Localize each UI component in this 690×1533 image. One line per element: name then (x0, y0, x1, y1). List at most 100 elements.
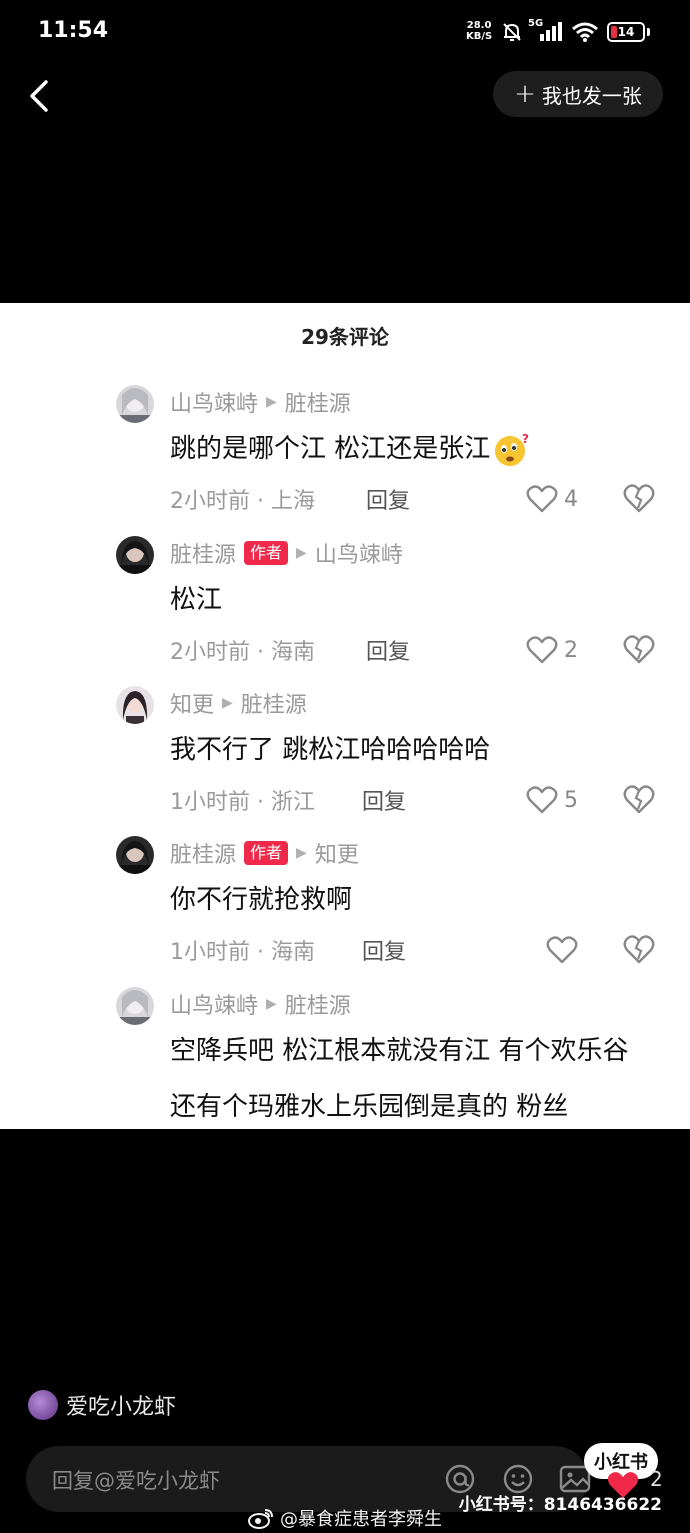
separator-dot: · (257, 940, 271, 965)
reply-target-username[interactable]: 知更 (315, 837, 359, 869)
comment-time: 1小时前 (170, 790, 250, 815)
reply-arrow-icon: ▶ (266, 394, 277, 410)
comment-username[interactable]: 脏桂源 (170, 537, 236, 569)
broken-heart-icon[interactable] (622, 782, 656, 816)
like-count: 5 (564, 787, 578, 813)
separator-dot: · (257, 489, 271, 514)
comment-item: 脏桂源 作者 ▶ 山鸟竦峙 松江 2小时前 · 海南 回复 2 (0, 536, 690, 686)
poster-name: 爱吃小龙虾 (66, 1395, 177, 1420)
comment-username[interactable]: 山鸟竦峙 (170, 386, 258, 418)
comment-time-location: 2小时前 · 海南 (170, 634, 315, 666)
comment-time-location: 1小时前 · 浙江 (170, 784, 315, 816)
network-speed-unit: KB/S (466, 31, 493, 42)
signal-icon (540, 22, 562, 41)
network-speed: 28.0 KB/S (466, 20, 492, 42)
reply-button[interactable]: 回复 (362, 784, 406, 816)
weibo-icon (248, 1509, 273, 1529)
network-speed-value: 28.0 (466, 20, 492, 31)
comment-meta: 脏桂源 作者 ▶ 知更 (170, 838, 359, 868)
back-button[interactable] (22, 76, 58, 116)
broken-heart-icon[interactable] (622, 932, 656, 966)
comment-username[interactable]: 知更 (170, 687, 214, 719)
svg-text:?: ? (522, 432, 529, 446)
wifi-icon (572, 22, 598, 42)
reply-button[interactable]: 回复 (362, 934, 406, 966)
comment-location: 浙江 (271, 790, 316, 815)
like-button[interactable]: 2 (526, 632, 578, 668)
comment-text: 空降兵吧 松江根本就没有江 有个欢乐谷 还有个玛雅水上乐园倒是真的 粉丝 (170, 1036, 629, 1122)
status-bar: 11:54 28.0 KB/S 5G 14 (0, 0, 690, 64)
reply-arrow-icon: ▶ (222, 695, 233, 711)
comment-time: 2小时前 (170, 489, 250, 514)
comment-username[interactable]: 山鸟竦峙 (170, 988, 258, 1020)
avatar (116, 536, 154, 574)
comment-location: 海南 (271, 940, 316, 965)
author-badge: 作者 (244, 841, 289, 865)
broken-heart-icon[interactable] (622, 632, 656, 666)
poster-avatar (28, 1390, 58, 1420)
separator-dot: · (257, 640, 271, 665)
like-button[interactable]: 5 (526, 782, 578, 818)
poster-info[interactable]: 爱吃小龙虾 (28, 1388, 176, 1422)
battery-indicator: 14 (607, 22, 645, 42)
avatar (116, 836, 154, 874)
comment-item: 知更 ▶ 脏桂源 我不行了 跳松江哈哈哈哈哈 1小时前 · 浙江 回复 5 (0, 686, 690, 836)
comment-location: 上海 (271, 489, 316, 514)
comment-location: 海南 (271, 640, 316, 665)
avatar (116, 686, 154, 724)
thinking-emoji-icon: ? (495, 432, 529, 466)
reply-arrow-icon: ▶ (266, 996, 277, 1012)
status-time: 11:54 (38, 18, 109, 43)
comment-time: 1小时前 (170, 940, 250, 965)
avatar (116, 987, 154, 1025)
broken-heart-icon[interactable] (622, 481, 656, 515)
comment-username[interactable]: 脏桂源 (170, 837, 236, 869)
heart-outline-icon (526, 636, 558, 664)
weibo-watermark: @暴食症患者李舜生 (248, 1505, 442, 1531)
heart-outline-icon (546, 936, 578, 964)
comment-text: 你不行就抢救啊 (170, 885, 353, 915)
bell-muted-icon (503, 23, 521, 41)
reply-button[interactable]: 回复 (366, 483, 410, 515)
comment-time-location: 1小时前 · 海南 (170, 934, 315, 966)
comment-time: 2小时前 (170, 640, 250, 665)
comment-item: 脏桂源 作者 ▶ 知更 你不行就抢救啊 1小时前 · 海南 回复 (0, 836, 690, 986)
reply-input-placeholder: 回复@爱吃小龙虾 (52, 1469, 220, 1493)
comment-item: 山鸟竦峙 ▶ 脏桂源 空降兵吧 松江根本就没有江 有个欢乐谷 还有个玛雅水上乐园… (0, 987, 690, 1129)
like-count: 2 (564, 637, 578, 663)
like-button[interactable]: 4 (526, 481, 578, 517)
comment-meta: 脏桂源 作者 ▶ 山鸟竦峙 (170, 538, 403, 568)
comment-item: 山鸟竦峙 ▶ 脏桂源 跳的是哪个江 松江还是张江 ? 2小时前 · 上海 回复 … (0, 385, 690, 535)
reply-target-username[interactable]: 脏桂源 (285, 988, 351, 1020)
xiaohongshu-id-watermark: 小红书号：8146436622 (458, 1495, 662, 1515)
comment-meta: 山鸟竦峙 ▶ 脏桂源 (170, 989, 351, 1019)
reply-button[interactable]: 回复 (366, 634, 410, 666)
reply-target-username[interactable]: 脏桂源 (241, 687, 307, 719)
comment-meta: 知更 ▶ 脏桂源 (170, 688, 307, 718)
avatar (116, 385, 154, 423)
like-button[interactable] (546, 932, 578, 968)
battery-tip (647, 28, 650, 36)
reply-arrow-icon: ▶ (296, 545, 307, 561)
reply-target-username[interactable]: 山鸟竦峙 (315, 537, 403, 569)
post-also-button[interactable]: + 我也发一张 (493, 71, 663, 117)
comment-text-content: 跳的是哪个江 松江还是张江 (170, 434, 491, 464)
comment-meta: 山鸟竦峙 ▶ 脏桂源 (170, 387, 351, 417)
separator-dot: · (257, 790, 271, 815)
comment-text: 我不行了 跳松江哈哈哈哈哈 (170, 735, 491, 765)
comment-time-location: 2小时前 · 上海 (170, 483, 315, 515)
like-count: 2 (650, 1467, 663, 1491)
like-count: 4 (564, 486, 578, 512)
plus-icon: + (514, 79, 536, 109)
weibo-watermark-text: @暴食症患者李舜生 (280, 1509, 442, 1530)
reply-target-username[interactable]: 脏桂源 (285, 386, 351, 418)
comment-text: 松江 (170, 585, 223, 615)
post-also-label: 我也发一张 (541, 83, 642, 108)
comments-count-title: 29条评论 (301, 325, 389, 349)
heart-outline-icon (526, 485, 558, 513)
battery-level: 14 (617, 25, 635, 39)
reply-arrow-icon: ▶ (296, 845, 307, 861)
author-badge: 作者 (244, 541, 289, 565)
comments-screenshot: 29条评论 山鸟竦峙 ▶ 脏桂源 跳的是哪个江 松江还是张江 ? 2小时前 · (0, 303, 690, 1129)
comment-text: 跳的是哪个江 松江还是张江 ? (170, 429, 530, 469)
